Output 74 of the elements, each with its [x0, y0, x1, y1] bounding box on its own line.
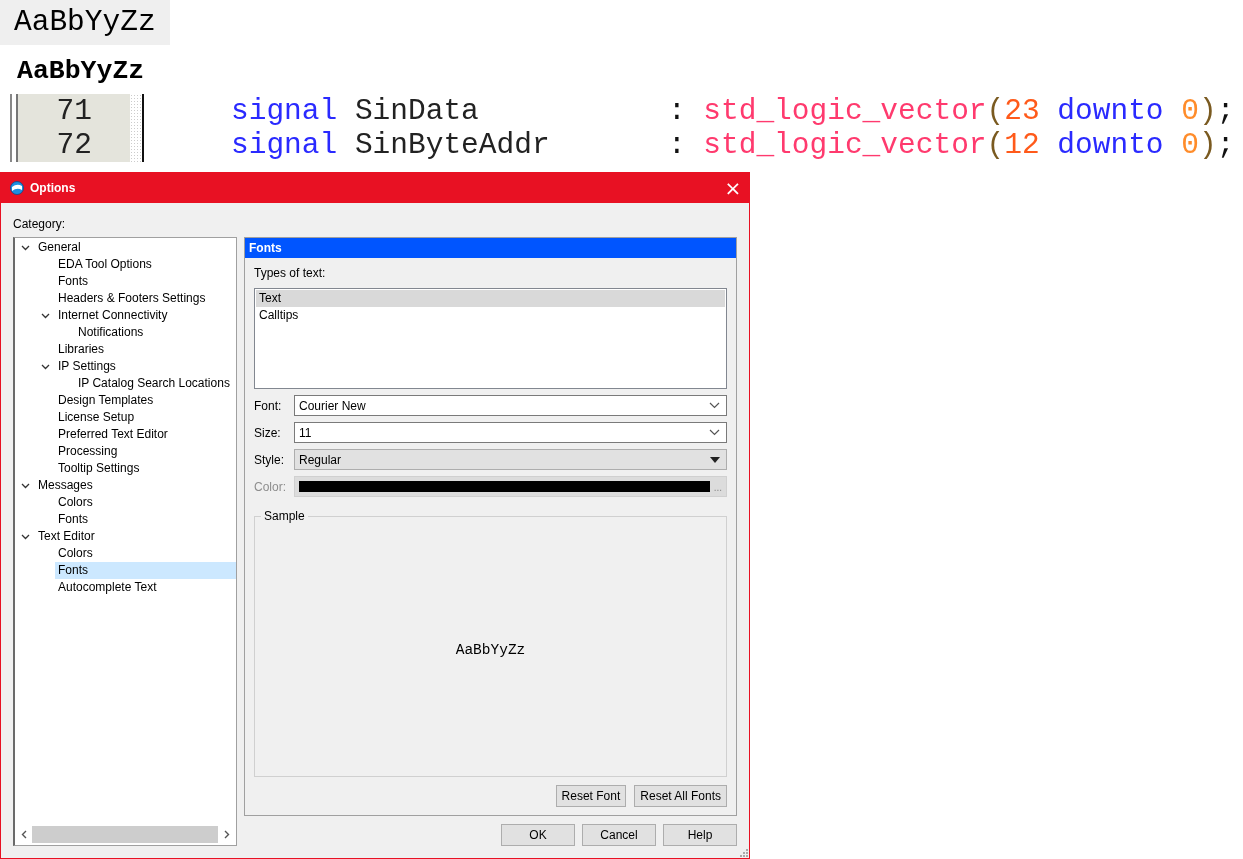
ok-button[interactable]: OK [501, 824, 575, 846]
code-keyword: signal [231, 128, 338, 162]
font-sample: AaBbYyZz [16, 55, 146, 88]
types-label: Types of text: [254, 266, 326, 280]
chevron-down-icon [709, 402, 720, 409]
code-paren: ( [986, 128, 1005, 162]
dropdown-field[interactable]: 11 [294, 422, 727, 443]
code-semicolon: ; [1216, 94, 1235, 128]
tree-item[interactable]: Notifications [75, 324, 236, 341]
code-number: 12 [1004, 128, 1040, 162]
dropdown-field[interactable]: Regular [294, 449, 727, 470]
tree-item[interactable]: General [35, 239, 236, 256]
tree-item[interactable]: Colors [55, 545, 236, 562]
code-paren: ( [986, 94, 1005, 128]
reset-button[interactable]: Reset All Fonts [634, 785, 727, 807]
line-number: 71 [55, 94, 93, 128]
tree-item[interactable]: License Setup [55, 409, 236, 426]
triangle-down-icon [710, 456, 720, 463]
field-label: Size: [254, 425, 282, 440]
category-label: Category: [13, 217, 66, 231]
list-item[interactable]: Calltips [256, 307, 725, 324]
tree-item[interactable]: Internet Connectivity [55, 307, 236, 324]
tree-item[interactable]: Colors [55, 494, 236, 511]
code-keyword: downto [1057, 128, 1164, 162]
code-number: 0 [1181, 128, 1199, 162]
tree-item[interactable]: Libraries [55, 341, 236, 358]
tree-item[interactable]: Text Editor [35, 528, 236, 545]
tree-item[interactable]: Fonts [55, 511, 236, 528]
code-semicolon: ; [1216, 128, 1235, 162]
field-label: Font: [254, 398, 283, 413]
tree-item[interactable]: EDA Tool Options [55, 256, 236, 273]
tree-item[interactable]: Processing [55, 443, 236, 460]
type-name: std_logic_vector [703, 94, 987, 128]
signal-name: SinByteAddr [354, 128, 551, 162]
code-colon: : [667, 94, 686, 128]
code-number: 23 [1004, 94, 1040, 128]
font-sample: AaBbYyZz [0, 0, 170, 45]
panel-header: Fonts [245, 238, 736, 258]
code-number: 0 [1181, 94, 1199, 128]
code-colon: : [667, 128, 686, 162]
close-button[interactable]: × [718, 173, 748, 203]
tree-item[interactable]: Fonts [55, 562, 236, 579]
resize-grip-icon [740, 849, 748, 857]
tree-item[interactable]: Headers & Footers Settings [55, 290, 236, 307]
tree-item[interactable]: Tooltip Settings [55, 460, 236, 477]
type-name: std_logic_vector [703, 128, 987, 162]
tree-item[interactable]: Preferred Text Editor [55, 426, 236, 443]
chevron-down-icon [709, 429, 720, 436]
tree-item[interactable]: Fonts [55, 273, 236, 290]
field-label: Color: [254, 479, 287, 494]
scrollbar-thumb[interactable] [32, 826, 218, 843]
sample-text: AaBbYyZz [455, 641, 526, 658]
tree-item[interactable]: Autocomplete Text [55, 579, 236, 596]
line-number: 72 [55, 128, 93, 162]
group-title: Sample [263, 509, 306, 523]
tree-item[interactable]: Messages [35, 477, 236, 494]
code-paren: ) [1198, 128, 1217, 162]
dropdown-field[interactable]: Courier New [294, 395, 727, 416]
field-label: Style: [254, 452, 285, 467]
code-keyword: signal [231, 94, 338, 128]
reset-button[interactable]: Reset Font [555, 785, 627, 807]
signal-name: SinData [354, 94, 480, 128]
code-keyword: downto [1057, 94, 1164, 128]
window-title: Options [30, 181, 76, 195]
tree-item[interactable]: Design Templates [55, 392, 236, 409]
tree-item[interactable]: IP Catalog Search Locations [75, 375, 236, 392]
app-icon [10, 181, 24, 195]
list-item[interactable]: Text [256, 290, 725, 307]
category-tree[interactable] [13, 237, 237, 846]
color-field: ... [294, 476, 727, 497]
tree-item[interactable]: IP Settings [55, 358, 236, 375]
help-button[interactable]: Help [663, 824, 737, 846]
code-paren: ) [1198, 94, 1217, 128]
cancel-button[interactable]: Cancel [582, 824, 656, 846]
